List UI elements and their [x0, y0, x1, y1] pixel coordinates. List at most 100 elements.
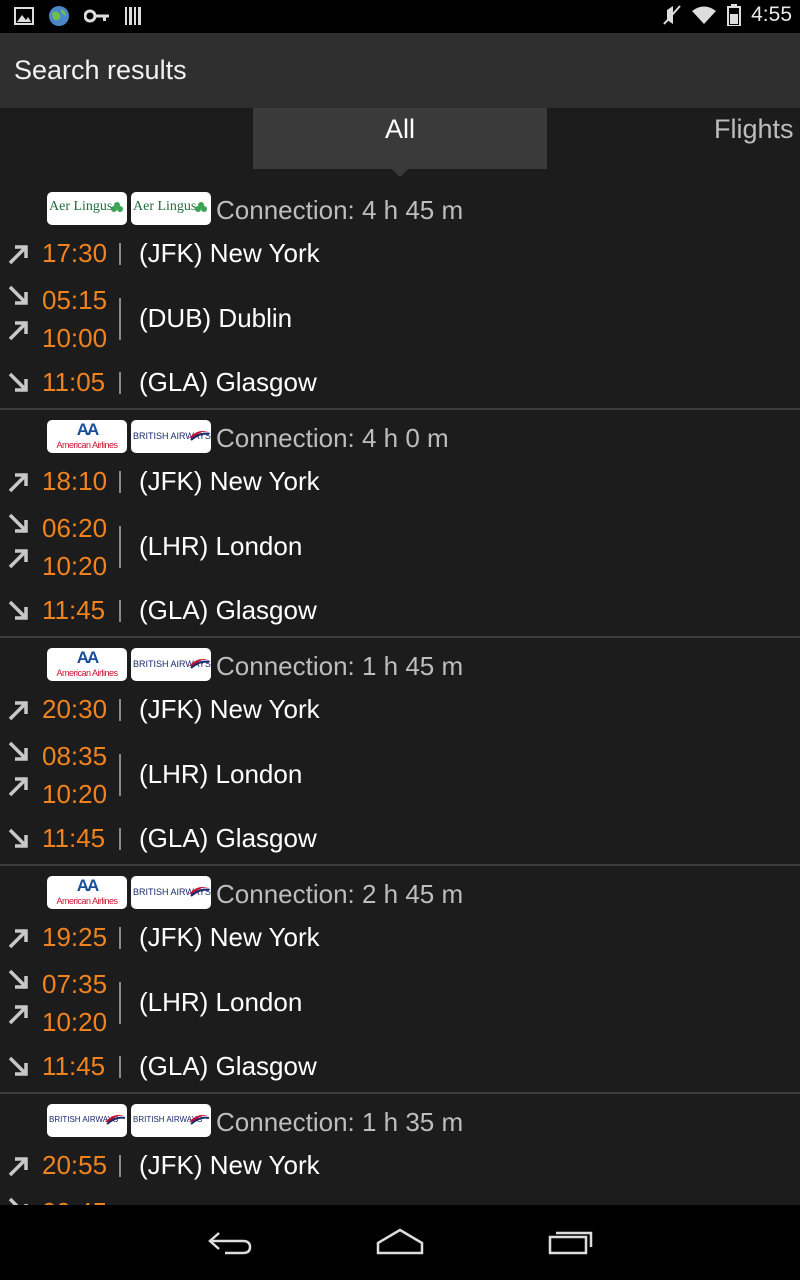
connection-duration: Connection: 2 h 45 m	[216, 879, 464, 909]
tab-flights[interactable]: Flights	[714, 114, 794, 145]
arrow-down-right-icon	[8, 600, 28, 620]
british-airways-logo: British Airways	[47, 1104, 127, 1137]
arrival-time: 11:45	[42, 595, 106, 625]
tab-indicator	[392, 169, 408, 177]
departure-time: 18:10	[42, 466, 108, 496]
divider	[119, 982, 121, 1024]
divider	[119, 600, 121, 622]
arrow-down-right-icon	[8, 828, 28, 848]
british-airways-logo: BRITISH AIRWAYS	[131, 648, 211, 681]
result-item[interactable]: Aer Lingus Aer Lingus Connection: 4 h 45…	[0, 180, 800, 410]
arrow-up-right-icon	[8, 549, 28, 569]
arrow-down-right-icon	[8, 741, 28, 761]
stopover-airport: (DUB) Dublin	[139, 303, 293, 333]
status-time: 4:55	[751, 3, 792, 26]
recent-apps-icon[interactable]	[548, 1227, 594, 1257]
departure-time: 19:25	[42, 922, 108, 952]
divider	[119, 471, 121, 493]
american-airlines-logo: AA American Airlines	[47, 420, 127, 453]
silent-mode-icon	[663, 5, 681, 25]
divider	[119, 699, 121, 721]
american-airlines-logo: AA American Airlines	[47, 648, 127, 681]
arrival-time: 09:45	[42, 1197, 107, 1205]
speedmarque-icon	[189, 1114, 210, 1125]
divider	[119, 298, 121, 340]
arrival-time: 11:45	[42, 823, 106, 853]
connection-duration: Connection: 1 h 35 m	[216, 1107, 464, 1137]
divider	[119, 927, 121, 949]
speedmarque-icon	[189, 886, 210, 897]
connection-duration: Connection: 4 h 0 m	[216, 423, 449, 453]
stopover-airport: (LHR) London	[139, 759, 303, 789]
result-item[interactable]: AA American Airlines BRITISH AIRWAYS Con…	[0, 408, 800, 638]
arrow-up-right-icon	[8, 777, 28, 797]
arrow-down-right-icon	[8, 372, 28, 392]
divider	[119, 1056, 121, 1078]
departure-time: 10:20	[42, 779, 108, 809]
british-airways-logo: BRITISH AIRWAYS	[131, 420, 211, 453]
british-airways-logo: BRITISH AIRWAYS	[131, 876, 211, 909]
arrow-up-right-icon	[8, 1005, 28, 1025]
results-list[interactable]: Aer Lingus Aer Lingus Connection: 4 h 45…	[0, 180, 800, 1205]
divider	[119, 243, 121, 265]
stopover-airport: (LHR) London	[139, 987, 303, 1017]
arrow-down-right-icon	[8, 285, 28, 305]
arrival-time: 11:45	[42, 1051, 106, 1081]
arrow-down-right-icon	[8, 1197, 28, 1205]
speedmarque-icon	[189, 430, 210, 441]
result-item[interactable]: British Airways British Airways Connecti…	[0, 1092, 800, 1205]
origin-airport: (JFK) New York	[139, 1150, 320, 1180]
result-item[interactable]: AA American Airlines BRITISH AIRWAYS Con…	[0, 636, 800, 866]
origin-airport: (JFK) New York	[139, 238, 320, 268]
result-item[interactable]: AA American Airlines BRITISH AIRWAYS Con…	[0, 864, 800, 1094]
departure-time: 17:30	[42, 238, 108, 268]
wifi-icon	[692, 6, 717, 24]
barcode-notification-icon	[125, 7, 141, 25]
status-bar: 4:55	[0, 0, 800, 33]
departure-time: 10:00	[42, 323, 108, 353]
arrow-up-right-icon	[8, 701, 28, 721]
arrival-time: 07:35	[42, 969, 108, 999]
origin-airport: (JFK) New York	[139, 694, 320, 724]
action-bar: Search results	[0, 33, 800, 108]
arrival-time: 11:05	[42, 367, 106, 397]
tab-all[interactable]: All	[253, 108, 547, 169]
speedmarque-icon	[105, 1114, 126, 1125]
departure-time: 20:30	[42, 694, 108, 724]
globe-notification-icon	[49, 6, 69, 26]
arrow-down-right-icon	[8, 513, 28, 533]
divider	[119, 526, 121, 568]
divider	[119, 754, 121, 796]
key-notification-icon	[84, 9, 109, 23]
connection-duration: Connection: 4 h 45 m	[216, 195, 464, 225]
arrow-down-right-icon	[8, 1056, 28, 1076]
arrival-time: 08:35	[42, 741, 108, 771]
destination-airport: (GLA) Glasgow	[139, 595, 317, 625]
divider	[119, 828, 121, 850]
origin-airport: (JFK) New York	[139, 466, 320, 496]
back-icon[interactable]	[207, 1227, 253, 1257]
arrow-up-right-icon	[8, 929, 28, 949]
arrow-up-right-icon	[8, 1157, 28, 1177]
divider	[119, 1155, 121, 1177]
stopover-airport: (LHR) London	[139, 531, 303, 561]
divider	[119, 372, 121, 394]
aer-lingus-logo: Aer Lingus	[47, 192, 127, 225]
origin-airport: (JFK) New York	[139, 922, 320, 952]
british-airways-logo: British Airways	[131, 1104, 211, 1137]
page-title: Search results	[14, 55, 187, 85]
departure-time: 10:20	[42, 1007, 108, 1037]
image-notification-icon	[14, 7, 34, 25]
departure-time: 20:55	[42, 1150, 108, 1180]
arrow-up-right-icon	[8, 321, 28, 341]
home-icon[interactable]	[376, 1227, 424, 1257]
shamrock-icon	[195, 202, 207, 212]
destination-airport: (GLA) Glasgow	[139, 823, 317, 853]
tab-all-label: All	[384, 114, 415, 144]
departure-time: 10:20	[42, 551, 108, 581]
speedmarque-icon	[189, 658, 210, 669]
shamrock-icon	[111, 202, 123, 212]
tab-bar: All Flights	[0, 108, 800, 180]
arrow-up-right-icon	[8, 245, 28, 265]
arrow-up-right-icon	[8, 473, 28, 493]
